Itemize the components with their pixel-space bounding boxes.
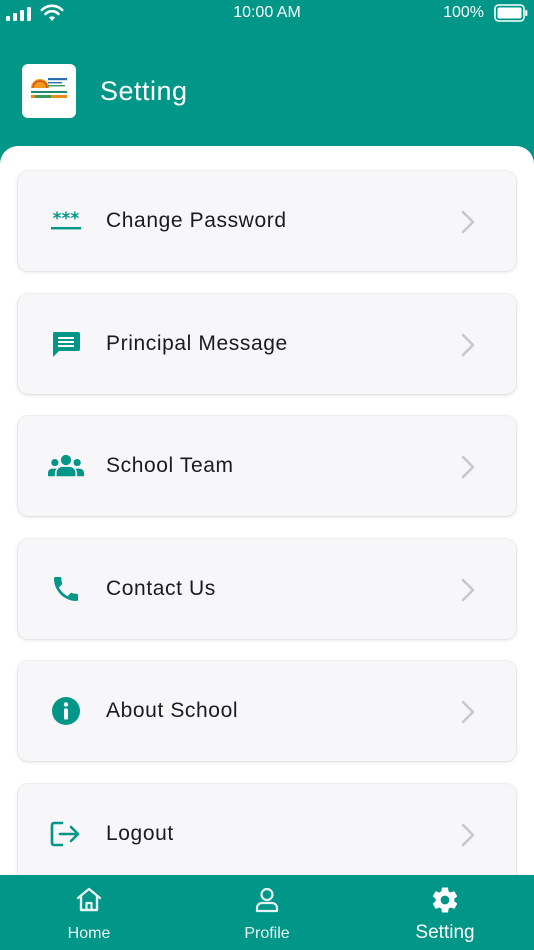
nav-profile[interactable]: Profile: [207, 875, 327, 950]
menu-item-label: Logout: [106, 822, 174, 845]
menu-item-label: Contact Us: [106, 577, 216, 600]
battery-icon: [494, 4, 528, 22]
chevron-right-icon: [461, 823, 475, 847]
menu-item-label: About School: [106, 699, 239, 722]
nav-label: Setting: [415, 922, 475, 943]
profile-icon: [255, 887, 279, 913]
phone-icon: [48, 573, 84, 605]
chevron-right-icon: [461, 700, 475, 724]
menu-item-change-password[interactable]: *** Change Password: [18, 171, 516, 271]
status-bar: 10:00 AM 100%: [0, 0, 534, 28]
school-logo: [22, 64, 76, 118]
app-header: Setting: [0, 28, 534, 146]
info-icon: [48, 695, 84, 727]
chevron-right-icon: [461, 455, 475, 479]
logout-icon: [48, 818, 84, 850]
battery-percentage: 100%: [443, 4, 484, 21]
chevron-right-icon: [461, 210, 475, 234]
gear-icon: [432, 887, 458, 913]
menu-item-label: School Team: [106, 454, 234, 477]
menu-item-label: Change Password: [106, 209, 287, 232]
menu-item-label: Principal Message: [106, 332, 288, 355]
group-icon: [48, 450, 84, 482]
password-icon: ***: [48, 205, 84, 237]
nav-label: Profile: [244, 925, 290, 942]
menu-item-principal-message[interactable]: Principal Message: [18, 294, 516, 394]
bottom-nav: Home Profile Setting: [0, 875, 534, 950]
home-icon: [76, 887, 102, 912]
menu-item-school-team[interactable]: School Team: [18, 416, 516, 516]
chevron-right-icon: [461, 333, 475, 357]
message-icon: [48, 328, 84, 360]
nav-setting[interactable]: Setting: [385, 875, 505, 950]
nav-label: Home: [67, 925, 111, 942]
menu-item-contact-us[interactable]: Contact Us: [18, 539, 516, 639]
menu-item-logout[interactable]: Logout: [18, 784, 516, 875]
svg-text:***: ***: [53, 211, 80, 229]
chevron-right-icon: [461, 578, 475, 602]
page-title: Setting: [100, 76, 188, 106]
settings-list: *** Change Password Principal Message Sc…: [0, 146, 534, 875]
menu-item-about-school[interactable]: About School: [18, 661, 516, 761]
nav-home[interactable]: Home: [29, 875, 149, 950]
